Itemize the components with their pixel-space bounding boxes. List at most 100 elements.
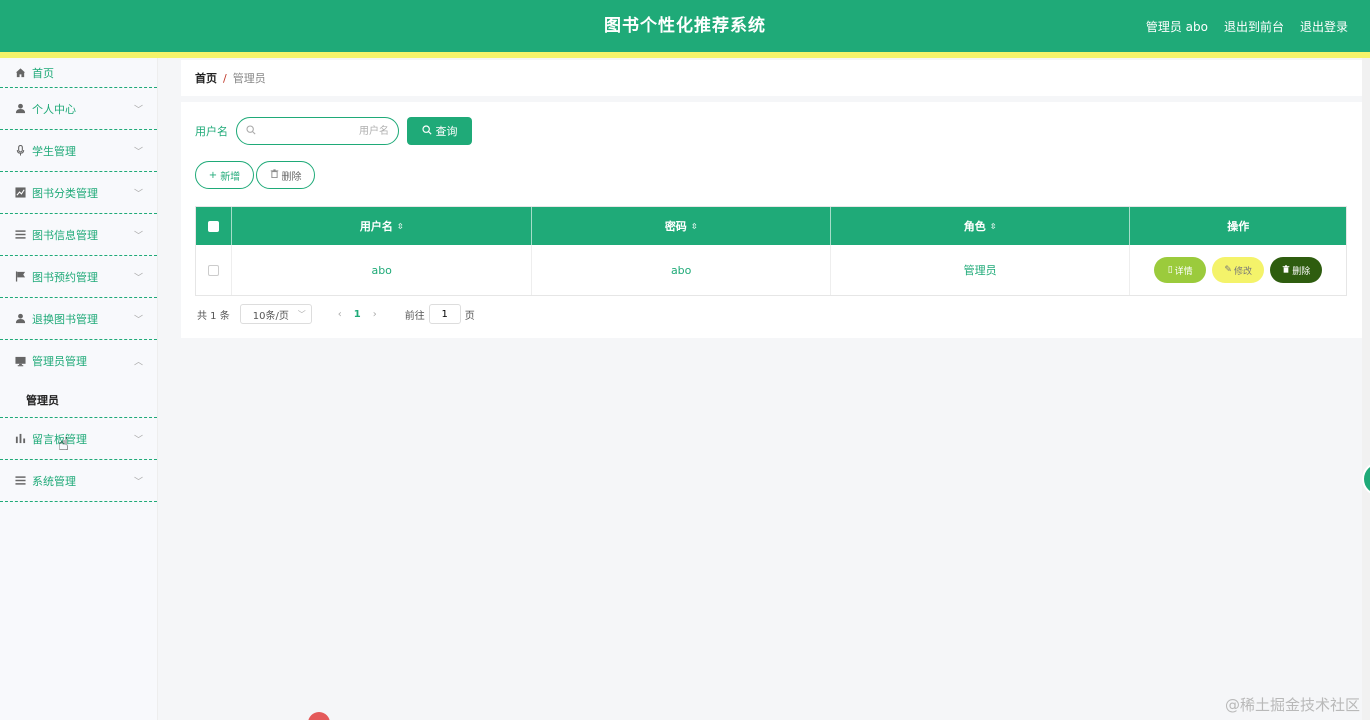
microphone-icon — [14, 145, 26, 157]
add-button-label: 新增 — [220, 171, 241, 183]
add-button[interactable]: + 新增 — [195, 161, 254, 189]
select-all-checkbox[interactable] — [207, 220, 219, 232]
row-checkbox[interactable] — [207, 264, 219, 276]
list-icon — [14, 475, 26, 487]
column-header-label: 用户名 — [359, 220, 393, 233]
sidebar-item-book-categories[interactable]: 图书分类管理 ﹀ — [0, 172, 157, 214]
sidebar-item-label: 图书预约管理 — [32, 270, 98, 284]
batch-delete-button[interactable]: 删除 — [256, 161, 315, 189]
sidebar-item-label: 首页 — [32, 66, 54, 80]
sidebar-item-book-returns[interactable]: 退换图书管理 ﹀ — [0, 298, 157, 340]
sidebar-item-students[interactable]: 学生管理 ﹀ — [0, 130, 157, 172]
search-icon — [421, 124, 432, 138]
column-header-role[interactable]: 角色 ⇳ — [831, 207, 1131, 245]
action-row: + 新增 删除 — [195, 161, 315, 189]
header-stripe — [0, 52, 1370, 58]
column-header-label: 密码 — [664, 220, 687, 233]
sidebar-item-home[interactable]: 首页 — [0, 58, 157, 88]
row-select-cell — [196, 245, 232, 295]
sidebar-subitem-admin[interactable]: 管理员 — [0, 382, 157, 418]
home-icon — [14, 67, 26, 79]
cell-password: abo — [532, 245, 831, 295]
goto-page-input[interactable] — [428, 304, 461, 324]
breadcrumb-home[interactable]: 首页 — [195, 70, 217, 86]
search-icon — [246, 125, 256, 138]
sidebar-item-system[interactable]: 系统管理 ﹀ — [0, 460, 157, 502]
sidebar-item-label: 退换图书管理 — [32, 312, 98, 326]
sidebar-item-label: 系统管理 — [32, 474, 76, 488]
user-icon — [14, 103, 26, 115]
top-header: 图书个性化推荐系统 管理员 abo 退出到前台 退出登录 — [0, 0, 1370, 52]
search-input[interactable] — [259, 118, 389, 144]
detail-button[interactable]: ▯ 详情 — [1154, 257, 1207, 283]
chevron-down-icon: ﹀ — [133, 147, 143, 157]
sidebar-item-label: 个人中心 — [32, 102, 76, 116]
chevron-up-icon: ︿ — [133, 357, 143, 368]
column-header-label: 操作 — [1227, 220, 1250, 233]
main-content: 用户名 查询 + 新增 删除 — [181, 102, 1362, 338]
document-icon: ▯ — [1167, 265, 1173, 275]
top-links: 管理员 abo 退出到前台 退出登录 — [1146, 0, 1348, 52]
flag-icon — [14, 271, 26, 283]
trash-icon — [1282, 264, 1290, 276]
next-page-button[interactable]: › — [373, 309, 377, 320]
table-row: abo abo 管理员 ▯ 详情 ✎ 修改 删除 — [196, 245, 1346, 295]
cell-operations: ▯ 详情 ✎ 修改 删除 — [1130, 245, 1346, 295]
column-header-label: 角色 — [963, 220, 986, 233]
select-all-cell — [196, 207, 232, 245]
sidebar: 首页 个人中心 ﹀ 学生管理 ﹀ 图书分类管理 ﹀ 图书信息管理 ﹀ 图书预约管… — [0, 58, 158, 720]
batch-delete-label: 删除 — [281, 171, 302, 183]
sort-icon: ⇳ — [690, 221, 698, 231]
list-icon — [14, 229, 26, 241]
chevron-down-icon: ﹀ — [133, 435, 143, 445]
plus-icon: + — [208, 169, 218, 181]
chevron-down-icon: ﹀ — [133, 105, 143, 115]
logout-link[interactable]: 退出登录 — [1300, 18, 1348, 35]
row-delete-label: 删除 — [1292, 266, 1311, 277]
column-header-password[interactable]: 密码 ⇳ — [532, 207, 831, 245]
sidebar-item-label: 图书分类管理 — [32, 186, 98, 200]
floating-red-button[interactable] — [308, 712, 330, 720]
sidebar-item-book-info[interactable]: 图书信息管理 ﹀ — [0, 214, 157, 256]
sidebar-item-label: 学生管理 — [32, 144, 76, 158]
page-number[interactable]: 1 — [354, 309, 361, 320]
sidebar-item-message-board[interactable]: 留言板管理 ﹀ — [0, 418, 157, 460]
chevron-down-icon: ﹀ — [133, 315, 143, 325]
column-header-username[interactable]: 用户名 ⇳ — [232, 207, 533, 245]
sidebar-item-admin-management[interactable]: 管理员管理 ︿ — [0, 340, 157, 382]
page-size-select[interactable]: 10条/页 ﹀ — [239, 304, 312, 324]
search-label: 用户名 — [195, 125, 228, 138]
user-icon — [14, 313, 26, 325]
current-admin-label: 管理员 abo — [1145, 19, 1208, 34]
exit-to-frontend-link[interactable]: 退出到前台 — [1224, 18, 1284, 35]
breadcrumb-current: 管理员 — [232, 72, 266, 85]
edit-button[interactable]: ✎ 修改 — [1212, 257, 1265, 283]
detail-button-label: 详情 — [1174, 266, 1193, 277]
total-count: 共 1 条 — [197, 310, 230, 322]
pencil-icon: ✎ — [1224, 265, 1232, 275]
table-header: 用户名 ⇳ 密码 ⇳ 角色 ⇳ 操作 — [196, 207, 1346, 245]
sidebar-item-book-reservations[interactable]: 图书预约管理 ﹀ — [0, 256, 157, 298]
hand-cursor-icon: ☝ — [58, 434, 69, 455]
edit-button-label: 修改 — [1233, 266, 1252, 277]
sort-icon: ⇳ — [396, 221, 404, 231]
chevron-down-icon: ﹀ — [133, 273, 143, 283]
breadcrumb-separator: / — [223, 71, 227, 85]
chevron-down-icon: ﹀ — [133, 231, 143, 241]
admin-table: 用户名 ⇳ 密码 ⇳ 角色 ⇳ 操作 abo abo 管理员 ▯ 详情 ✎ 修改… — [195, 206, 1347, 296]
scrollbar[interactable] — [1362, 58, 1370, 720]
bar-chart-icon — [14, 433, 26, 445]
cell-role: 管理员 — [831, 245, 1131, 295]
sidebar-item-personal-center[interactable]: 个人中心 ﹀ — [0, 88, 157, 130]
prev-page-button[interactable]: ‹ — [338, 309, 342, 320]
sort-icon: ⇳ — [989, 221, 997, 231]
goto-suffix: 页 — [464, 310, 475, 322]
row-delete-button[interactable]: 删除 — [1270, 257, 1323, 283]
monitor-icon — [14, 355, 26, 367]
column-header-operations: 操作 — [1130, 207, 1346, 245]
chevron-down-icon: ﹀ — [133, 189, 143, 199]
cell-username: abo — [232, 245, 533, 295]
search-field — [236, 117, 399, 145]
query-button[interactable]: 查询 — [407, 117, 472, 145]
sidebar-item-label: 管理员管理 — [32, 355, 87, 368]
